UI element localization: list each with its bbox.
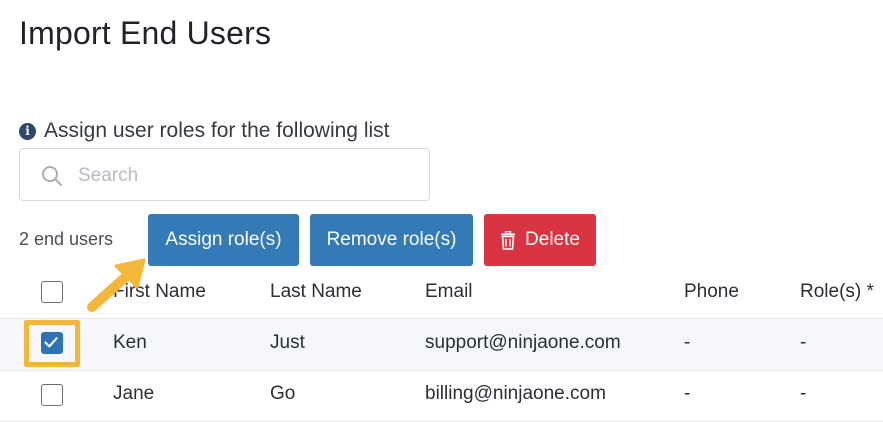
column-header-email[interactable]: Email <box>425 281 473 303</box>
info-icon: i <box>19 122 36 140</box>
remove-roles-button[interactable]: Remove role(s) <box>310 214 473 266</box>
page-title: Import End Users <box>19 15 272 51</box>
delete-button[interactable]: Delete <box>484 214 596 266</box>
column-header-last-name[interactable]: Last Name <box>270 281 362 303</box>
cell-first-name: Ken <box>113 332 147 353</box>
cell-roles: - <box>800 383 807 404</box>
table-row[interactable]: Jane Go billing@ninjaone.com - - <box>0 370 883 422</box>
search-input[interactable] <box>76 161 420 191</box>
select-all-checkbox[interactable] <box>41 281 63 303</box>
cell-first-name: Jane <box>113 383 155 404</box>
column-header-phone[interactable]: Phone <box>684 281 739 303</box>
instructions: i Assign user roles for the following li… <box>19 119 390 143</box>
cell-last-name: Just <box>270 332 305 353</box>
row-checkbox[interactable] <box>41 384 63 406</box>
cell-phone: - <box>684 332 691 353</box>
column-header-roles[interactable]: Role(s) * <box>800 281 874 303</box>
cell-last-name: Go <box>270 383 296 404</box>
pointer-arrow-icon <box>87 258 146 312</box>
cell-email: billing@ninjaone.com <box>425 383 606 404</box>
search-icon <box>42 166 62 186</box>
cell-roles: - <box>800 332 807 353</box>
cell-email: support@ninjaone.com <box>425 332 621 353</box>
cell-phone: - <box>684 383 691 404</box>
search-box <box>19 148 430 201</box>
assign-roles-button[interactable]: Assign role(s) <box>148 214 299 266</box>
trash-icon <box>501 230 516 250</box>
delete-label: Delete <box>525 229 580 250</box>
instructions-text: Assign user roles for the following list <box>44 119 390 142</box>
